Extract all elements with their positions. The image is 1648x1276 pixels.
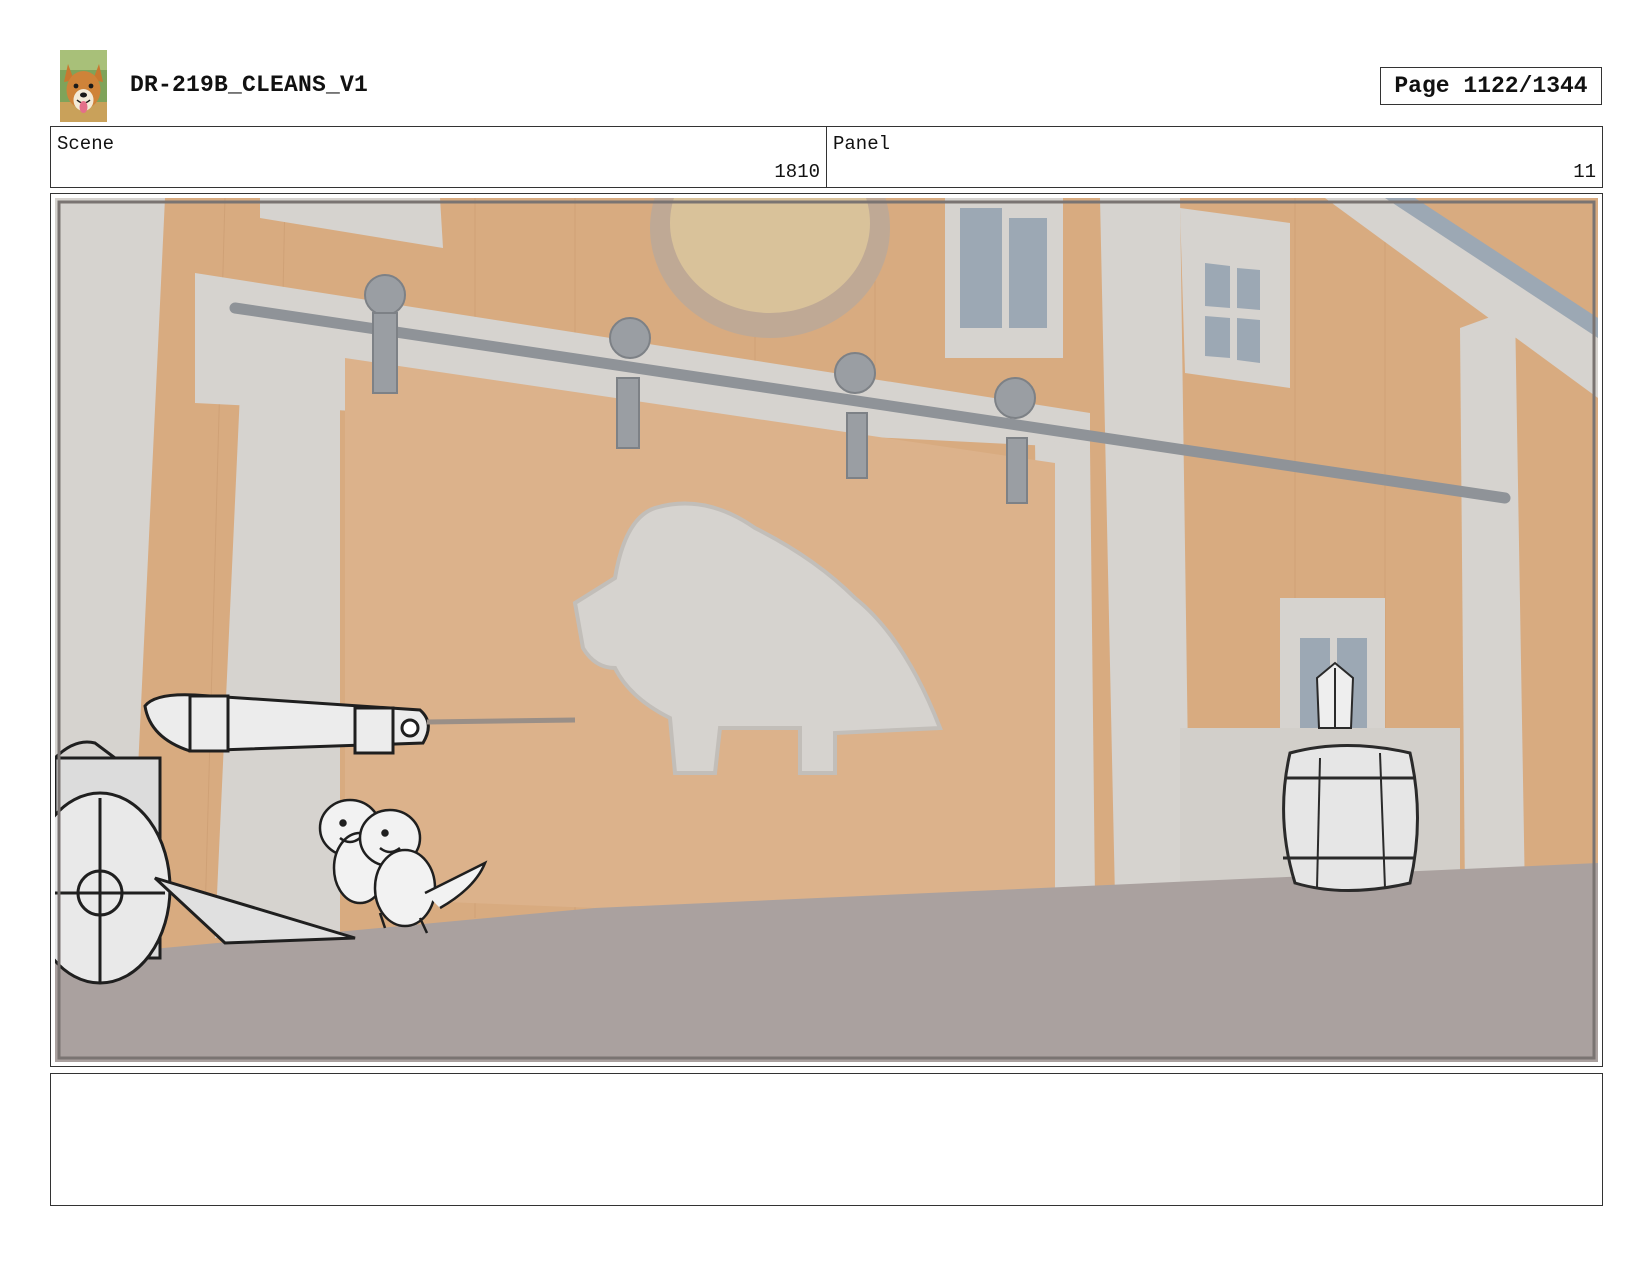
right-column — [1460, 308, 1525, 898]
storyboard-frame — [50, 193, 1603, 1067]
scene-label: Scene — [57, 133, 115, 155]
corgi-dog-avatar-icon — [60, 50, 107, 122]
scene-cell: Scene 1810 — [51, 127, 827, 187]
document-title: DR-219B_CLEANS_V1 — [130, 72, 369, 98]
panel-number: 11 — [1573, 161, 1596, 183]
storyboard-panel-image — [55, 198, 1598, 1062]
panel-notes-box — [50, 1073, 1603, 1206]
panel-cell: Panel 11 — [827, 127, 1602, 187]
window-upper-right — [1180, 208, 1290, 388]
barrel-sketch — [1282, 744, 1419, 892]
scene-number: 1810 — [774, 161, 820, 183]
center-column — [1100, 198, 1190, 898]
page-indicator: Page 1122/1344 — [1380, 67, 1602, 105]
window-figure-sketch — [1315, 661, 1355, 729]
scene-panel-info: Scene 1810 Panel 11 — [50, 126, 1603, 188]
panel-label: Panel — [833, 133, 891, 155]
